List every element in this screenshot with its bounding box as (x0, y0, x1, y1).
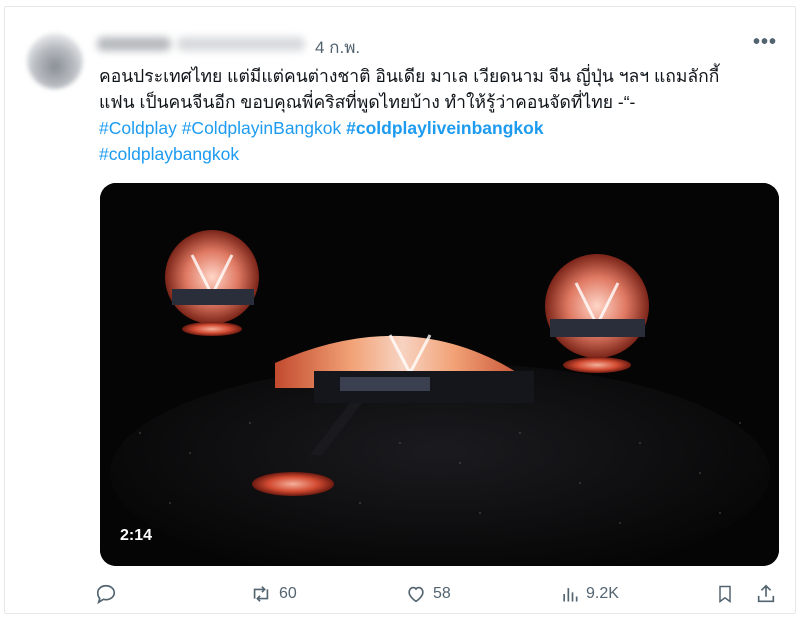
bookmark-icon (719, 585, 731, 603)
share-button[interactable] (755, 583, 777, 605)
retweet-count: 60 (279, 585, 297, 602)
views-count: 9.2K (586, 585, 619, 602)
action-bar: 60 58 9.2K (5, 583, 797, 613)
hashtag-link[interactable]: #Coldplay (99, 118, 177, 138)
retweet-button[interactable]: 60 (249, 583, 297, 605)
tweet-text-line: แฟน เป็นคนจีนอีก ขอบคุณพี่คริสที่พูดไทยบ… (99, 92, 636, 112)
tweet-text: คอนประเทศไทย แต่มีแต่คนต่างชาติ อินเดีย … (99, 63, 779, 167)
video-duration: 2:14 (120, 527, 153, 544)
video-player[interactable]: 2:14 (100, 183, 779, 566)
hashtag-link[interactable]: #coldplaybangkok (99, 144, 239, 164)
avatar[interactable] (27, 33, 83, 89)
display-name-blurred[interactable] (97, 37, 171, 51)
heart-icon (408, 586, 424, 603)
share-icon (757, 584, 775, 603)
hashtag-link[interactable]: #coldplayliveinbangkok (346, 118, 543, 138)
post-time[interactable]: 4 ก.พ. (315, 34, 360, 61)
reply-icon (96, 584, 116, 605)
like-count: 58 (433, 585, 451, 602)
handle-blurred[interactable] (177, 37, 305, 51)
views-button[interactable]: 9.2K (560, 583, 619, 605)
hashtag-link[interactable]: #ColdplayinBangkok (182, 118, 342, 138)
tweet-card[interactable]: 4 ก.พ. ••• คอนประเทศไทย แต่มีแต่คนต่างชา… (4, 6, 796, 614)
tweet-text-line: คอนประเทศไทย แต่มีแต่คนต่างชาติ อินเดีย … (99, 66, 720, 86)
bookmark-button[interactable] (715, 583, 735, 605)
more-options-icon[interactable]: ••• (753, 31, 777, 54)
views-chart-icon (563, 588, 578, 602)
retweet-icon (253, 586, 269, 602)
concert-video-frame (100, 183, 779, 566)
like-button[interactable]: 58 (405, 583, 451, 605)
reply-button[interactable] (95, 583, 117, 605)
